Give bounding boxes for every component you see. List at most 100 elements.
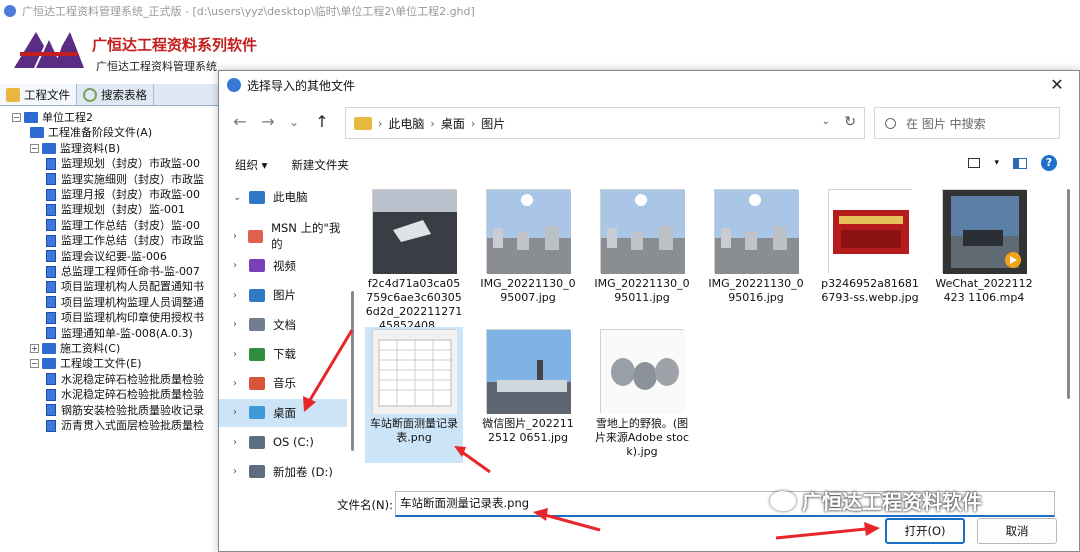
nav-scrollbar[interactable]: [351, 181, 355, 481]
tab-search-forms[interactable]: 搜索表格: [77, 84, 154, 105]
tree-item[interactable]: − 单位工程2: [12, 110, 93, 125]
file-item[interactable]: WeChat_2022112423 1106.mp4: [935, 187, 1033, 323]
file-item[interactable]: 微信图片_2022112512 0651.jpg: [479, 327, 577, 463]
close-icon[interactable]: ✕: [1047, 75, 1067, 95]
chevron-icon[interactable]: ›: [233, 231, 248, 242]
file-item[interactable]: 车站断面测量记录表.png: [365, 327, 463, 463]
tree-item[interactable]: 钢筋安装检验批质量验收记录: [46, 403, 204, 418]
open-button[interactable]: 打开(O): [885, 518, 965, 544]
file-item[interactable]: IMG_20221130_095011.jpg: [593, 187, 691, 323]
tree-item[interactable]: 监理工作总结（封皮）市政监: [46, 233, 204, 248]
document-icon: [46, 265, 56, 278]
help-icon[interactable]: ?: [1041, 155, 1057, 171]
file-item[interactable]: p3246952a816816793-ss.webp.jpg: [821, 187, 919, 323]
search-box[interactable]: 在 图片 中搜索: [874, 107, 1060, 139]
expand-icon[interactable]: +: [30, 344, 39, 353]
breadcrumb-this-pc[interactable]: 此电脑: [388, 115, 424, 132]
nav-item[interactable]: ⌄ 此电脑: [219, 183, 347, 211]
forward-arrow-icon[interactable]: →: [257, 111, 279, 133]
file-item[interactable]: 雪地上的野狼。(图片来源Adobe stock).jpg: [593, 327, 691, 463]
organize-button[interactable]: 组织 ▾: [235, 157, 267, 173]
chevron-icon[interactable]: ›: [233, 466, 249, 477]
dialog-title: 选择导入的其他文件: [247, 78, 356, 93]
tree-item[interactable]: 水泥稳定碎石检验批质量检验: [46, 387, 204, 402]
tree-item[interactable]: 监理月报（封皮）市政监-00: [46, 187, 200, 202]
project-tree[interactable]: − 单位工程2 工程准备阶段文件(A) − 监理资料(B) 监理规划（封皮）市政监-00 监…: [0, 106, 230, 552]
chevron-icon[interactable]: ›: [233, 260, 249, 271]
view-dropdown-icon[interactable]: ▾: [994, 158, 999, 168]
nav-item[interactable]: › 音乐: [219, 369, 347, 397]
file-thumbnail: [942, 189, 1027, 274]
tree-item[interactable]: 水泥稳定碎石检验批质量检验: [46, 372, 204, 387]
document-icon: [46, 296, 56, 309]
address-dropdown-icon[interactable]: ⌄: [822, 116, 830, 127]
recent-locations-icon[interactable]: ⌄: [283, 111, 305, 133]
tree-item[interactable]: 监理工作总结（封皮）监-00: [46, 218, 200, 233]
chevron-icon[interactable]: ›: [233, 290, 249, 301]
file-item[interactable]: IMG_20221130_095016.jpg: [707, 187, 805, 323]
nav-item[interactable]: › 桌面: [219, 398, 347, 427]
tree-item[interactable]: − 工程竣工文件(E): [30, 356, 142, 371]
chevron-icon[interactable]: ⌄: [233, 192, 249, 203]
breadcrumb-pictures[interactable]: 图片: [481, 115, 505, 132]
tree-item[interactable]: 监理规划（封皮）市政监-00: [46, 156, 200, 171]
document-icon: [46, 203, 56, 216]
chevron-icon[interactable]: ›: [233, 407, 249, 418]
file-item[interactable]: f2c4d71a03ca05759c6ae3c603056d2d_2022112…: [365, 187, 463, 332]
refresh-icon[interactable]: ↻: [844, 114, 856, 130]
nav-item[interactable]: › MSN 上的"我的: [219, 221, 347, 252]
tree-item-label: 监理资料(B): [60, 141, 121, 155]
downloads-icon: [249, 347, 265, 361]
document-icon: [46, 157, 56, 170]
nav-item[interactable]: › 图片: [219, 281, 347, 309]
nav-item-label: MSN 上的"我的: [271, 221, 341, 252]
chevron-icon[interactable]: ›: [233, 437, 249, 448]
tree-item[interactable]: 项目监理机构人员配置通知书: [46, 279, 204, 294]
nav-item-label: 音乐: [273, 376, 296, 391]
new-folder-button[interactable]: 新建文件夹: [291, 157, 349, 173]
tree-item-label: 总监理工程师任命书-监-007: [61, 265, 200, 278]
nav-item[interactable]: › 新加卷 (D:): [219, 458, 347, 486]
collapse-icon[interactable]: −: [30, 143, 39, 153]
preview-pane-icon[interactable]: [1013, 157, 1027, 169]
tree-item-label: 监理会议纪要-监-006: [61, 249, 167, 263]
back-arrow-icon[interactable]: ←: [229, 111, 251, 133]
tree-item-label: 钢筋安装检验批质量验收记录: [61, 403, 204, 417]
main-tabbar: 工程文件 搜索表格: [0, 84, 230, 106]
tree-item[interactable]: 监理规划（封皮）监-001: [46, 202, 185, 217]
tree-item[interactable]: + 施工资料(C): [30, 341, 120, 356]
file-scrollbar[interactable]: [1067, 181, 1071, 481]
tree-item[interactable]: 工程准备阶段文件(A): [30, 125, 152, 140]
nav-item[interactable]: › 文档: [219, 311, 347, 339]
collapse-icon[interactable]: −: [12, 113, 21, 122]
nav-item[interactable]: › 下载: [219, 340, 347, 368]
tree-item[interactable]: 监理通知单-监-008(A.0.3): [46, 326, 193, 341]
file-name: 微信图片_2022112512 0651.jpg: [482, 417, 574, 444]
collapse-icon[interactable]: −: [30, 359, 39, 369]
tree-item-label: 项目监理机构监理人员调整通: [61, 295, 204, 309]
tree-item[interactable]: 项目监理机构印章使用授权书: [46, 310, 204, 325]
file-name: IMG_20221130_095016.jpg: [708, 277, 804, 304]
tree-item[interactable]: 总监理工程师任命书-监-007: [46, 264, 200, 279]
nav-item[interactable]: › 视频: [219, 252, 347, 280]
document-icon: [46, 373, 56, 386]
up-arrow-icon[interactable]: ↑: [311, 111, 333, 133]
file-item[interactable]: IMG_20221130_095007.jpg: [479, 187, 577, 323]
desktop-icon: [249, 406, 265, 420]
tree-item[interactable]: 监理实施细则（封皮）市政监: [46, 172, 204, 187]
nav-item[interactable]: › OS (C:): [219, 428, 347, 456]
chevron-icon[interactable]: ›: [233, 319, 249, 330]
chevron-icon[interactable]: ›: [233, 378, 249, 389]
tree-item[interactable]: 监理会议纪要-监-006: [46, 249, 167, 264]
address-bar[interactable]: › 此电脑 › 桌面 › 图片 ⌄ ↻: [345, 107, 865, 139]
tree-item[interactable]: 项目监理机构监理人员调整通: [46, 295, 204, 310]
tree-item-label: 监理规划（封皮）市政监-00: [61, 157, 200, 171]
chevron-icon[interactable]: ›: [233, 349, 249, 360]
tree-item[interactable]: 沥青贯入式面层检验批质量检: [46, 418, 204, 433]
tree-item[interactable]: − 监理资料(B): [30, 141, 120, 156]
breadcrumb-desktop[interactable]: 桌面: [441, 115, 465, 132]
view-mode-icon[interactable]: [968, 158, 981, 168]
file-thumbnail: [714, 189, 799, 274]
tab-project-files[interactable]: 工程文件: [0, 84, 77, 105]
cancel-button[interactable]: 取消: [977, 518, 1057, 544]
